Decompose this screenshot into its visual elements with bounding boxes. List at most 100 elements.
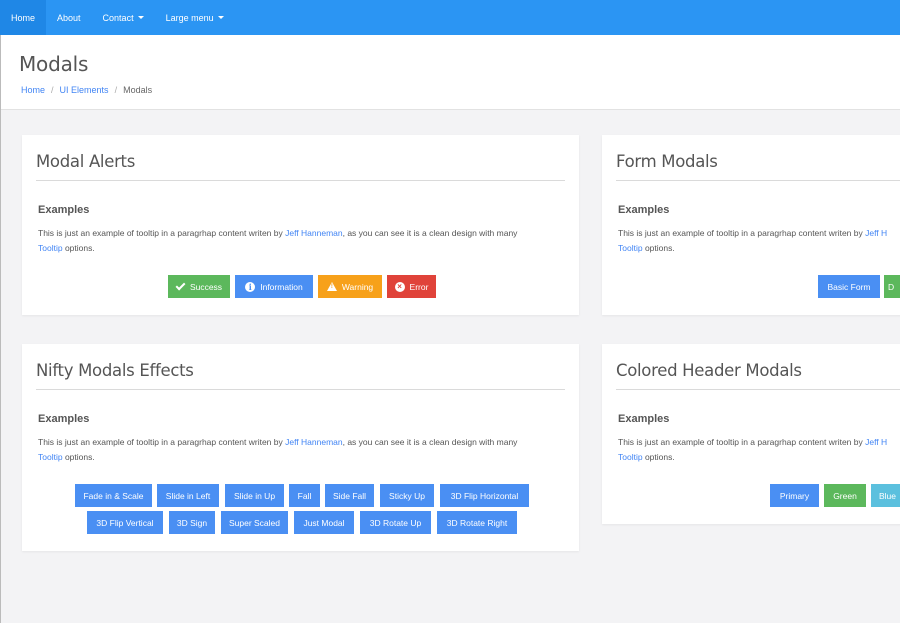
panel-nifty-modals: Nifty Modals Effects Examples This is ju… (22, 344, 579, 551)
paragraph-text: This is just an example of tooltip in a … (38, 437, 286, 447)
breadcrumb: Home / UI Elements / Modals (19, 85, 900, 95)
slide-in-up-button[interactable]: Slide in Up (225, 484, 284, 507)
page-title: Modals (19, 52, 89, 76)
panel-modal-alerts: Modal Alerts Examples This is just an ex… (22, 135, 579, 315)
button-label: Basic Form (827, 281, 871, 292)
slide-in-left-button[interactable]: Slide in Left (157, 484, 219, 507)
paragraph-text: options. (62, 243, 95, 253)
author-link[interactable]: Jeff H (865, 437, 887, 447)
author-link[interactable]: Jeff Hanneman (285, 437, 343, 447)
button-label: Slide in Up (233, 490, 276, 501)
panel-divider (616, 180, 900, 181)
paragraph-text: , as you can see it is a clean design wi… (342, 437, 518, 447)
tooltip-link[interactable]: Tooltip (38, 452, 63, 462)
button-label: Green (833, 490, 857, 501)
breadcrumb-separator: / (114, 85, 118, 95)
button-label: Error (409, 281, 429, 292)
sticky-up-button[interactable]: Sticky Up (380, 484, 434, 507)
nav-item-about[interactable]: About (46, 0, 92, 35)
panel-title: Modal Alerts (36, 152, 136, 171)
page-header: Modals Home / UI Elements / Modals (0, 35, 900, 110)
panel-subtitle: Examples (618, 413, 670, 425)
paragraph-text: This is just an example of tooltip in a … (618, 228, 866, 238)
3d-rotate-up-button[interactable]: 3D Rotate Up (360, 511, 431, 534)
panel-title: Form Modals (616, 152, 718, 171)
button-label: 3D Flip Vertical (96, 517, 154, 528)
check-icon (175, 280, 186, 291)
button-label: 3D Rotate Right (446, 517, 508, 528)
author-link[interactable]: Jeff Hanneman (285, 228, 343, 238)
panel-divider (36, 180, 565, 181)
super-scaled-button[interactable]: Super Scaled (221, 511, 288, 534)
button-label: Super Scaled (228, 517, 281, 528)
button-label: Warning (341, 281, 374, 292)
paragraph-text: options. (642, 243, 675, 253)
tooltip-link[interactable]: Tooltip (618, 452, 643, 462)
basic-form-button[interactable]: Basic Form (818, 275, 880, 298)
warning-button[interactable]: Warning (318, 275, 382, 298)
button-label: Information (260, 281, 303, 292)
paragraph-text: This is just an example of tooltip in a … (618, 437, 866, 447)
panel-colored-header-modals: Colored Header Modals Examples This is j… (602, 344, 900, 524)
blue-header-button[interactable]: Blue (871, 484, 900, 507)
button-label: 3D Flip Horizontal (450, 490, 519, 501)
info-circle-icon: i (245, 281, 256, 292)
fade-in-scale-button[interactable]: Fade in & Scale (75, 484, 152, 507)
panel-subtitle: Examples (618, 204, 670, 216)
warning-triangle-icon (326, 282, 337, 291)
tooltip-link[interactable]: Tooltip (618, 243, 643, 253)
form-button-2[interactable]: D (884, 275, 900, 298)
paragraph-text: options. (642, 452, 675, 462)
button-label: Blue (879, 490, 897, 501)
panel-title: Nifty Modals Effects (36, 361, 194, 380)
caret-down-icon (137, 16, 144, 19)
caret-down-icon (217, 16, 224, 19)
nav-item-large-menu[interactable]: Large menu (155, 0, 235, 35)
panel-paragraph: This is just an example of tooltip in a … (618, 226, 900, 256)
button-label: Fade in & Scale (83, 490, 144, 501)
button-label: Fall (297, 490, 312, 501)
button-label: Success (189, 281, 223, 292)
3d-rotate-right-button[interactable]: 3D Rotate Right (437, 511, 517, 534)
button-label: Primary (779, 490, 810, 501)
primary-header-button[interactable]: Primary (770, 484, 819, 507)
breadcrumb-home[interactable]: Home (21, 85, 45, 95)
top-navbar: Home About Contact Large menu (0, 0, 900, 35)
green-header-button[interactable]: Green (824, 484, 866, 507)
tooltip-link[interactable]: Tooltip (38, 243, 63, 253)
fall-button[interactable]: Fall (289, 484, 320, 507)
author-link[interactable]: Jeff H (865, 228, 887, 238)
3d-flip-horizontal-button[interactable]: 3D Flip Horizontal (440, 484, 529, 507)
panel-divider (36, 389, 565, 390)
breadcrumb-current: Modals (123, 85, 153, 95)
panel-paragraph: This is just an example of tooltip in a … (38, 435, 558, 465)
button-label: Slide in Left (165, 490, 211, 501)
breadcrumb-separator: / (51, 85, 54, 95)
nav-label-large-menu: Large menu (165, 12, 214, 23)
button-label: Side Fall (332, 490, 367, 501)
success-button[interactable]: Success (168, 275, 230, 298)
3d-sign-button[interactable]: 3D Sign (169, 511, 215, 534)
breadcrumb-ui-elements[interactable]: UI Elements (60, 85, 109, 95)
side-fall-button[interactable]: Side Fall (325, 484, 374, 507)
paragraph-text: , as you can see it is a clean design wi… (342, 228, 518, 238)
3d-flip-vertical-button[interactable]: 3D Flip Vertical (87, 511, 163, 534)
nav-item-contact[interactable]: Contact (92, 0, 155, 35)
panel-subtitle: Examples (38, 413, 90, 425)
just-modal-button[interactable]: Just Modal (294, 511, 354, 534)
panel-title: Colored Header Modals (616, 361, 802, 380)
information-button[interactable]: i Information (235, 275, 313, 298)
panel-subtitle: Examples (38, 204, 90, 216)
panel-form-modals: Form Modals Examples This is just an exa… (602, 135, 900, 315)
panel-paragraph: This is just an example of tooltip in a … (38, 226, 558, 256)
window-left-edge (0, 35, 1, 623)
button-label: 3D Sign (176, 517, 208, 528)
button-label: D (888, 281, 895, 292)
button-label: 3D Rotate Up (369, 517, 422, 528)
paragraph-text: This is just an example of tooltip in a … (38, 228, 286, 238)
button-label: Sticky Up (389, 490, 425, 501)
error-button[interactable]: × Error (387, 275, 436, 298)
panel-divider (616, 389, 900, 390)
nav-item-home[interactable]: Home (0, 0, 47, 35)
nav-label-home: Home (11, 12, 36, 23)
